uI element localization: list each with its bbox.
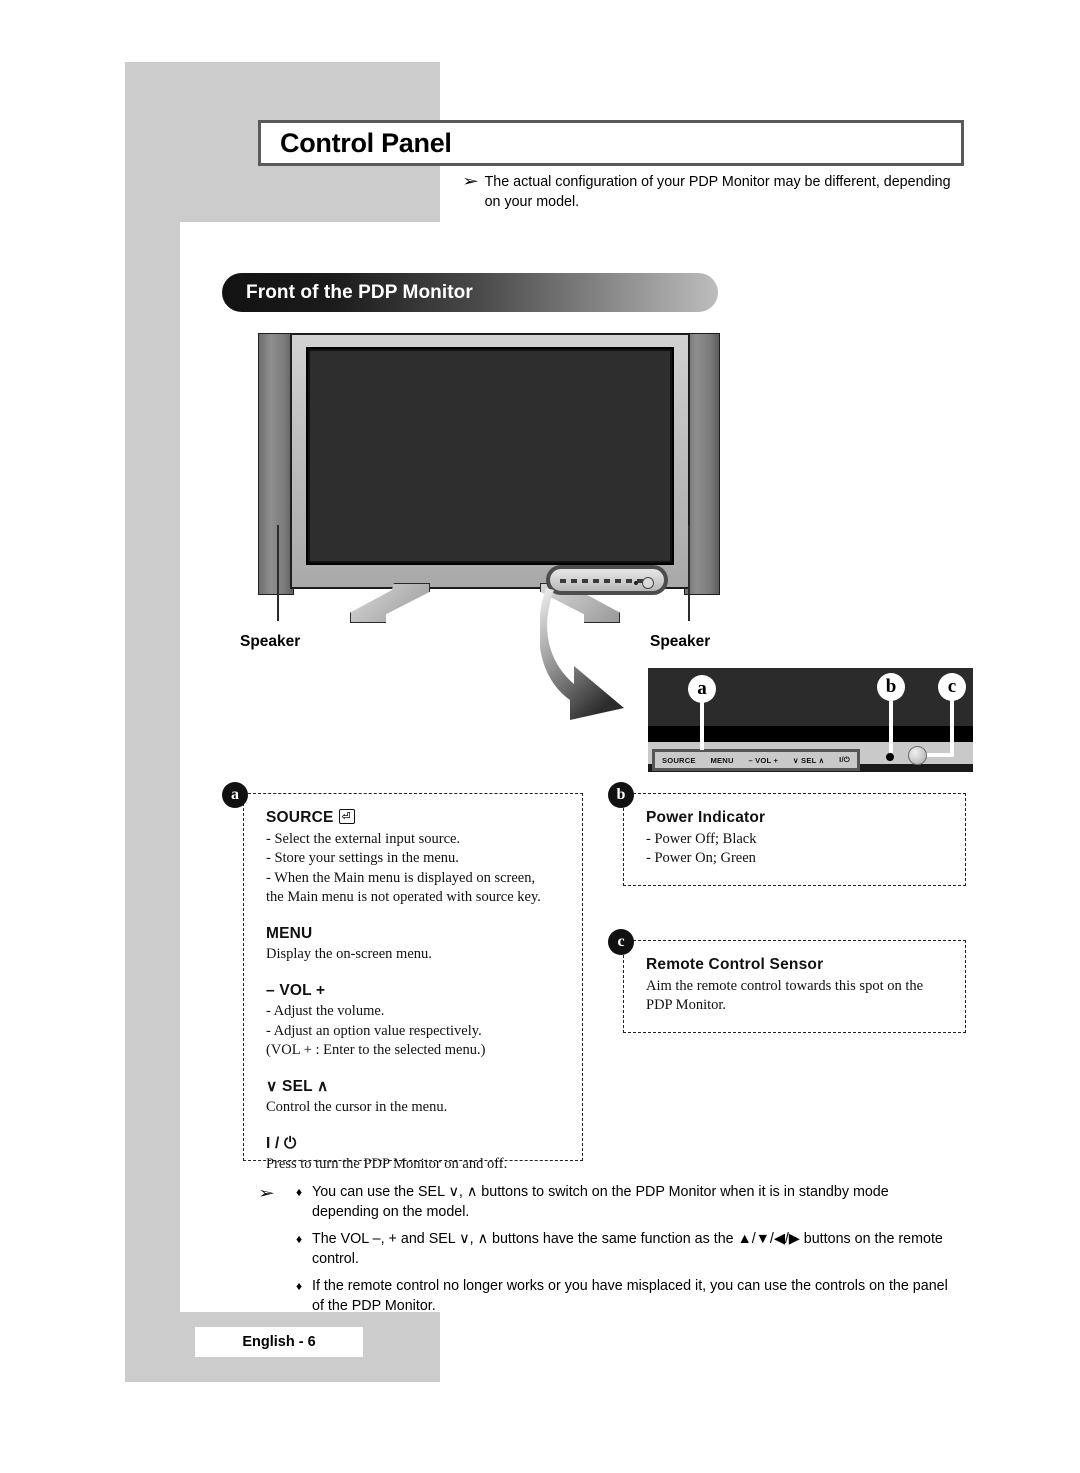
callout-leader-c-vertical (950, 699, 954, 757)
speaker-left-label: Speaker (240, 633, 301, 650)
monitor-stand-left (350, 583, 430, 623)
enter-key-icon: ⏎ (338, 809, 355, 824)
remote-sensor-line-1: Aim the remote control towards this spot… (646, 977, 924, 994)
callout-letter-c: c (938, 673, 966, 701)
section-heading-text: Front of the PDP Monitor (246, 281, 473, 303)
vol-line-2: - Adjust an option value respectively. (266, 1022, 482, 1039)
callout-letter-a: a (688, 675, 716, 703)
callout-leader-b (889, 699, 893, 753)
panel-button-vol-label: – VOL + (748, 755, 779, 765)
remote-control-sensor-knob (908, 746, 927, 765)
source-line-3: - When the Main menu is displayed on scr… (266, 869, 536, 886)
panel-button-sel-label: ∨ SEL ∧ (792, 755, 825, 765)
speaker-right-leader-line (688, 525, 690, 621)
note-text: The VOL –, + and SEL ∨, ∧ buttons have t… (312, 1231, 943, 1267)
power-indicator-heading: Power Indicator (646, 809, 766, 826)
diamond-bullet-icon: ♦ (296, 1185, 303, 1199)
power-indicator-dot (886, 753, 894, 761)
page-title: Control Panel (280, 127, 452, 158)
source-line-2: - Store your settings in the menu. (266, 850, 459, 866)
description-box-a: SOURCE ⏎ - Select the external input sour… (243, 793, 583, 1172)
description-box-b-tag: b (608, 782, 634, 808)
panel-button-menu-label: MENU (710, 755, 734, 765)
menu-line-1: Display the on-screen menu. (266, 946, 432, 962)
note-item: ♦ You can use the SEL ∨, ∧ buttons to sw… (258, 1182, 948, 1222)
speaker-left-leader-line (277, 525, 279, 621)
sel-heading: ∨ SEL ∧ (266, 1077, 329, 1095)
power-line-1: Press to turn the PDP Monitor on and off… (266, 1156, 508, 1172)
remote-sensor-heading: Remote Control Sensor (646, 956, 824, 973)
panel-button-source-label: SOURCE (662, 755, 696, 765)
bottom-notes: ➢ ♦ You can use the SEL ∨, ∧ buttons to … (258, 1182, 948, 1323)
note-item: ♦ If the remote control no longer works … (258, 1276, 948, 1316)
description-box-a-tag: a (222, 782, 248, 808)
vol-line-1: - Adjust the volume. (266, 1003, 385, 1019)
callout-leader-a (700, 700, 704, 750)
page-number-label: English - 6 (242, 1334, 316, 1350)
zoom-pointer-arrow-icon (540, 588, 624, 720)
closeup-button-label-strip: SOURCE MENU – VOL + ∨ SEL ∧ I/⏻ (652, 749, 860, 771)
source-line-1: - Select the external input source. (266, 830, 461, 847)
vol-line-3: (VOL + : Enter to the selected menu.) (266, 1042, 486, 1058)
source-heading: SOURCE ⏎ (266, 808, 566, 828)
power-heading: I / ⏻ (266, 1134, 297, 1152)
closeup-black-band (648, 726, 973, 742)
vol-heading: – VOL + (266, 981, 326, 999)
remote-sensor-line-2: PDP Monitor. (646, 997, 727, 1013)
description-box-a-body: SOURCE ⏎ - Select the external input sour… (244, 794, 582, 1185)
sel-line-1: Control the cursor in the menu. (266, 1099, 448, 1115)
note-text: You can use the SEL ∨, ∧ buttons to swit… (312, 1184, 889, 1220)
note-text: If the remote control no longer works or… (312, 1278, 948, 1314)
menu-heading: MENU (266, 924, 313, 942)
speaker-left-graphic (258, 333, 294, 595)
page-title-box: Control Panel (258, 120, 964, 166)
power-indicator-dot-small (634, 581, 638, 585)
description-box-b: Power Indicator - Power Off; Black - Pow… (623, 793, 966, 886)
monitor-screen (310, 351, 670, 561)
panel-button-power-label: I/⏻ (839, 755, 850, 764)
description-box-c-body: Remote Control Sensor Aim the remote con… (624, 941, 965, 1026)
control-panel-button-marks (560, 579, 645, 583)
power-indicator-line-1: - Power Off; Black (646, 830, 757, 847)
arrow-bullet-icon: ➢ (462, 173, 479, 190)
description-box-c: Remote Control Sensor Aim the remote con… (623, 940, 966, 1033)
top-note: ➢ The actual configuration of your PDP M… (462, 172, 962, 212)
source-line-4: the Main menu is not operated with sourc… (266, 889, 541, 905)
power-indicator-line-2: - Power On; Green (646, 850, 756, 866)
source-heading-text: SOURCE (266, 809, 334, 826)
top-note-text: The actual configuration of your PDP Mon… (484, 174, 951, 210)
section-heading-pill: Front of the PDP Monitor (222, 273, 718, 312)
diamond-bullet-icon: ♦ (296, 1279, 303, 1293)
page-footer-tab: English - 6 (195, 1327, 363, 1357)
diamond-bullet-icon: ♦ (296, 1232, 303, 1246)
description-box-c-tag: c (608, 929, 634, 955)
callout-letter-b: b (877, 673, 905, 701)
pdp-monitor-illustration: Speaker Speaker (240, 325, 740, 650)
note-item: ♦ The VOL –, + and SEL ∨, ∧ buttons have… (258, 1229, 948, 1269)
description-box-b-body: Power Indicator - Power Off; Black - Pow… (624, 794, 965, 879)
